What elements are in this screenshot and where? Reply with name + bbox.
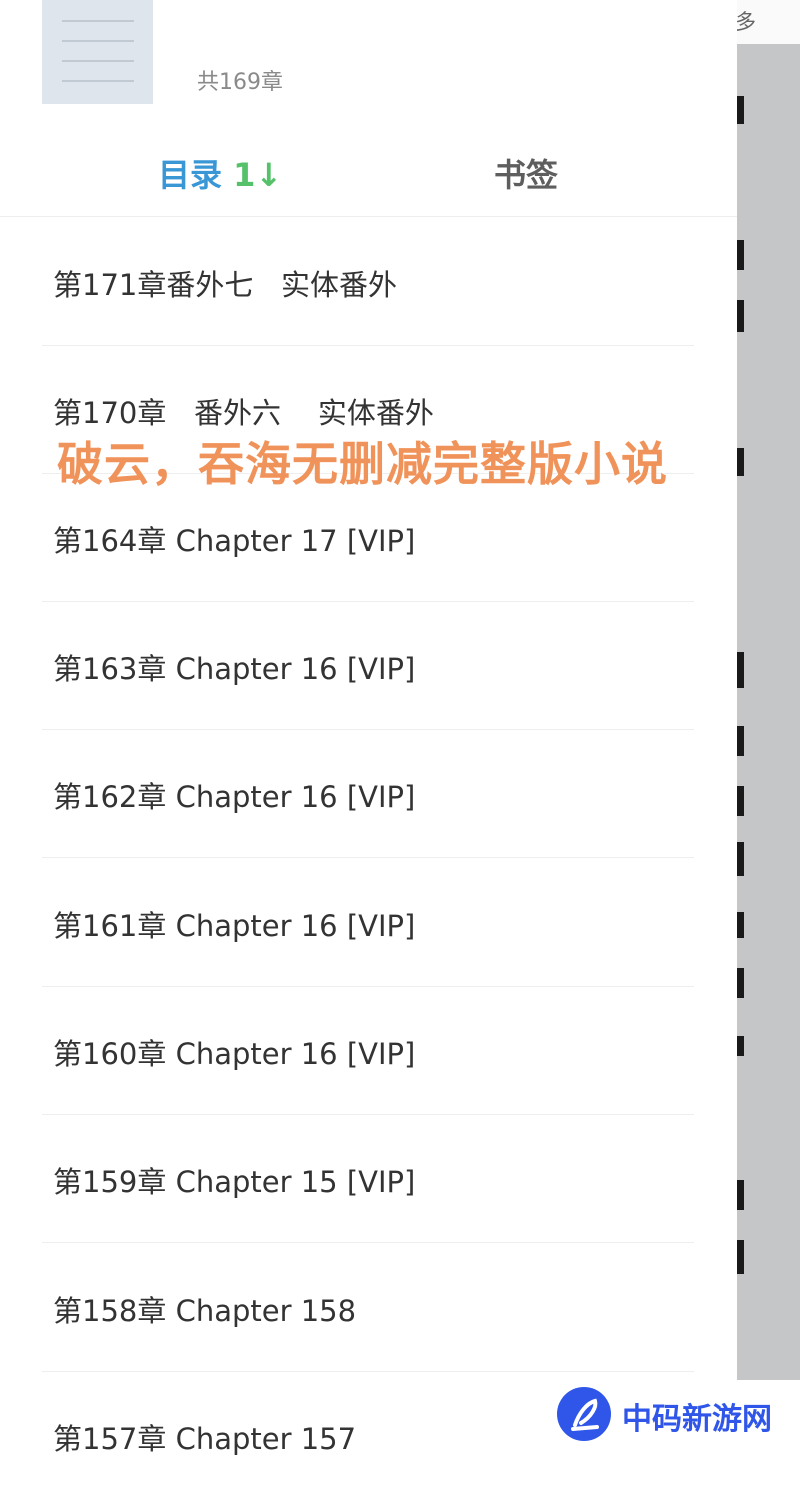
- tab-toc-label: 目录: [158, 156, 223, 194]
- list-divider: [42, 1242, 694, 1243]
- toc-drawer: 共169章 目录 1↓ 书签 第171章番外七 实体番外 第170章 番外六 实…: [0, 0, 737, 1456]
- chapter-title: 第164章 Chapter 17 [VIP]: [53, 524, 416, 558]
- tabs-divider: [0, 216, 737, 217]
- chapter-list-item[interactable]: 第160章 Chapter 16 [VIP]: [42, 987, 694, 1115]
- chapter-list-item[interactable]: 第163章 Chapter 16 [VIP]: [42, 602, 694, 730]
- tab-bookmarks[interactable]: 书签: [494, 150, 558, 196]
- reader-dim-overlay[interactable]: [737, 44, 800, 1380]
- chapter-title: 第159章 Chapter 15 [VIP]: [53, 1165, 416, 1199]
- reader-text-fragment: [736, 1180, 744, 1210]
- chapter-title: 第170章 番外六 实体番外: [53, 396, 434, 430]
- brand-logo-icon: [557, 1387, 611, 1441]
- chapter-count: 共169章: [197, 70, 283, 95]
- chapter-title: 第162章 Chapter 16 [VIP]: [53, 780, 416, 814]
- chapter-title: 第161章 Chapter 16 [VIP]: [53, 909, 416, 943]
- reader-text-fragment: [736, 786, 744, 816]
- list-divider: [42, 857, 694, 858]
- reader-text-fragment: [736, 1036, 744, 1056]
- cover-line: [62, 40, 134, 42]
- book-cover[interactable]: [42, 0, 153, 104]
- chapter-list-item[interactable]: 第158章 Chapter 158: [42, 1244, 694, 1372]
- tab-toc[interactable]: 目录 1↓: [158, 150, 282, 196]
- brand-name: 中码新游网: [622, 1402, 772, 1437]
- chapter-list-item[interactable]: 第171章番外七 实体番外: [42, 218, 694, 346]
- reader-text-fragment: [736, 96, 744, 124]
- tab-bookmarks-label: 书签: [494, 156, 559, 194]
- reader-more-label[interactable]: 多: [735, 6, 756, 36]
- reader-text-fragment: [736, 652, 744, 688]
- chapter-list-item[interactable]: 第161章 Chapter 16 [VIP]: [42, 859, 694, 987]
- chapter-title: 第160章 Chapter 16 [VIP]: [53, 1037, 416, 1071]
- reader-text-fragment: [736, 1240, 744, 1274]
- reader-top-bar: 多: [735, 0, 800, 44]
- chapter-title: 第157章 Chapter 157: [53, 1422, 357, 1456]
- cover-line: [62, 60, 134, 62]
- chapter-title: 第171章番外七 实体番外: [53, 268, 398, 302]
- chapter-list-item[interactable]: 第159章 Chapter 15 [VIP]: [42, 1115, 694, 1243]
- reader-text-fragment: [736, 300, 744, 332]
- reader-text-fragment: [736, 968, 744, 998]
- reader-text-fragment: [736, 448, 744, 476]
- chapter-title: 第163章 Chapter 16 [VIP]: [53, 652, 416, 686]
- chapter-title: 第158章 Chapter 158: [53, 1294, 357, 1328]
- reader-text-fragment: [736, 842, 744, 876]
- sort-order-icon[interactable]: 1↓: [233, 156, 282, 194]
- reader-text-fragment: [736, 240, 744, 270]
- cover-line: [62, 20, 134, 22]
- site-watermark: 中码新游网: [548, 1382, 800, 1445]
- reader-text-fragment: [736, 912, 744, 938]
- chapter-list-item[interactable]: 第162章 Chapter 16 [VIP]: [42, 730, 694, 858]
- cover-line: [62, 80, 134, 82]
- promo-watermark-caption: 破云，吞海无删减完整版小说: [57, 437, 668, 491]
- reader-text-fragment: [736, 726, 744, 756]
